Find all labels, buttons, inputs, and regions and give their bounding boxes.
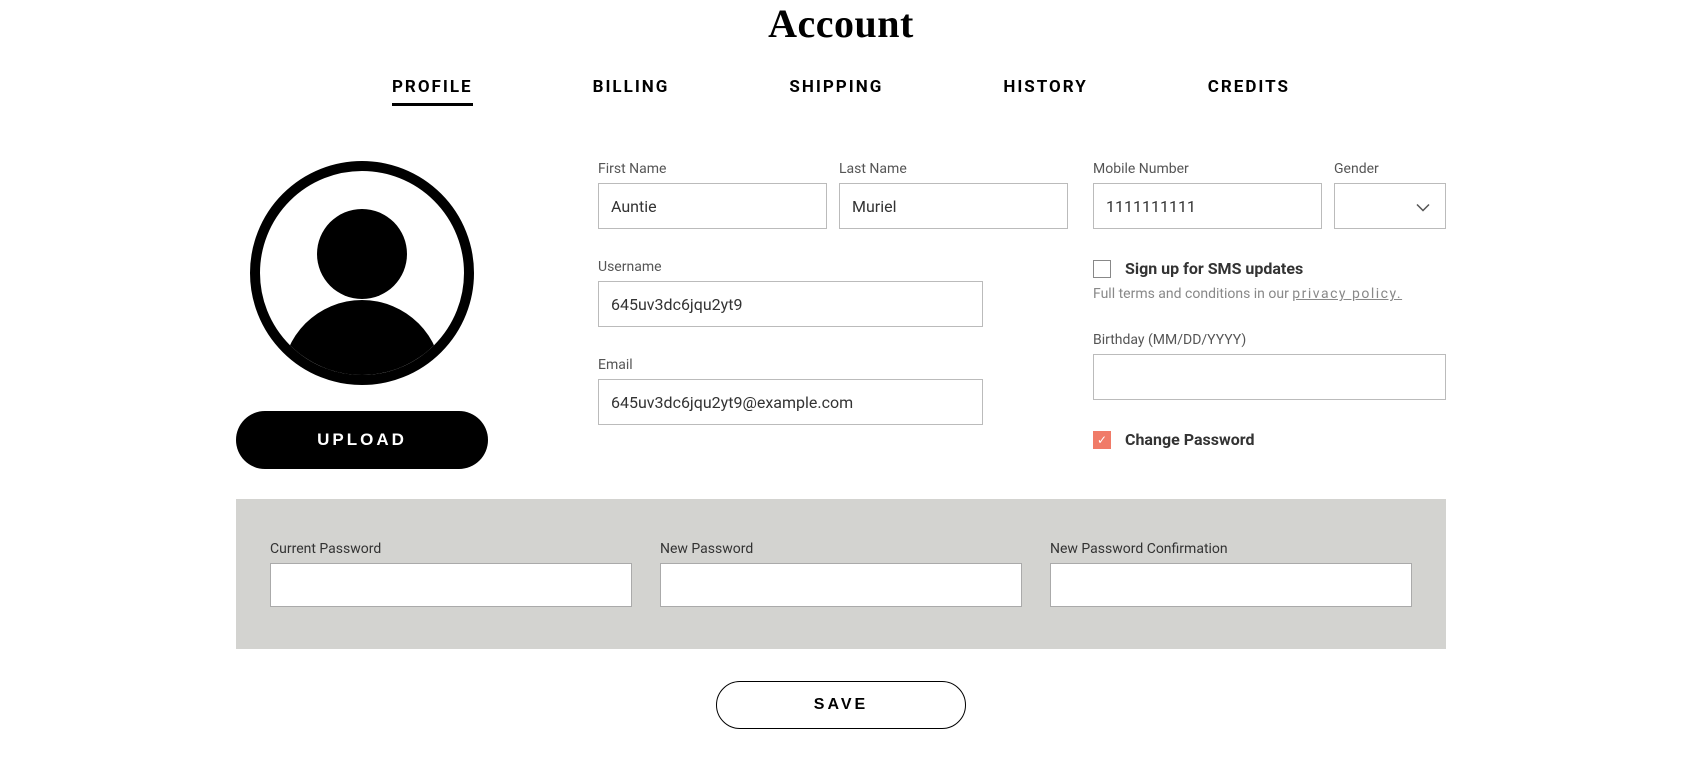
tab-profile[interactable]: PROFILE [392, 77, 473, 106]
mobile-input[interactable] [1093, 183, 1322, 229]
first-name-label: First Name [598, 161, 827, 177]
upload-button[interactable]: UPLOAD [236, 411, 488, 469]
username-label: Username [598, 259, 983, 275]
mobile-label: Mobile Number [1093, 161, 1322, 177]
new-password-input[interactable] [660, 563, 1022, 607]
gender-select[interactable] [1334, 183, 1446, 229]
sms-checkbox[interactable] [1093, 260, 1111, 278]
last-name-input[interactable] [839, 183, 1068, 229]
change-password-checkbox[interactable] [1093, 431, 1111, 449]
sms-checkbox-label: Sign up for SMS updates [1125, 259, 1303, 278]
email-label: Email [598, 357, 983, 373]
last-name-label: Last Name [839, 161, 1068, 177]
current-password-input[interactable] [270, 563, 632, 607]
gender-label: Gender [1334, 161, 1446, 177]
password-panel: Current Password New Password New Passwo… [236, 499, 1446, 649]
new-password-label: New Password [660, 541, 1022, 557]
username-input[interactable] [598, 281, 983, 327]
confirm-password-input[interactable] [1050, 563, 1412, 607]
confirm-password-label: New Password Confirmation [1050, 541, 1412, 557]
birthday-label: Birthday (MM/DD/YYYY) [1093, 332, 1446, 348]
save-button[interactable]: SAVE [716, 681, 966, 729]
page-title: Account [236, 0, 1446, 47]
avatar-icon [250, 161, 474, 385]
tab-history[interactable]: HISTORY [1003, 77, 1087, 106]
birthday-input[interactable] [1093, 354, 1446, 400]
current-password-label: Current Password [270, 541, 632, 557]
change-password-label: Change Password [1125, 430, 1254, 449]
first-name-input[interactable] [598, 183, 827, 229]
email-input[interactable] [598, 379, 983, 425]
tab-shipping[interactable]: SHIPPING [789, 77, 883, 106]
privacy-policy-link[interactable]: privacy policy. [1292, 286, 1402, 302]
account-tabs: PROFILE BILLING SHIPPING HISTORY CREDITS [236, 77, 1446, 106]
terms-text: Full terms and conditions in our privacy… [1093, 286, 1446, 302]
tab-credits[interactable]: CREDITS [1208, 77, 1290, 106]
tab-billing[interactable]: BILLING [593, 77, 670, 106]
